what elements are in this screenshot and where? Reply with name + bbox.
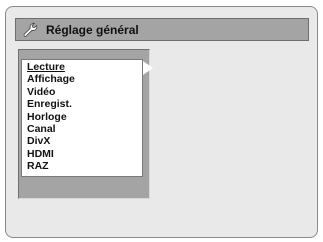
- right-arrow-icon: [143, 61, 153, 75]
- menu-item-hdmi[interactable]: HDMI: [22, 148, 142, 160]
- menu-panel: Lecture Affichage Vidéo Enregist. Horlog…: [18, 49, 153, 199]
- menu-item-divx[interactable]: DivX: [22, 135, 142, 147]
- menu-list: Lecture Affichage Vidéo Enregist. Horlog…: [21, 59, 143, 177]
- menu-item-enregist[interactable]: Enregist.: [22, 98, 142, 110]
- header-bar: Réglage général: [15, 18, 309, 41]
- menu-item-video[interactable]: Vidéo: [22, 86, 142, 98]
- menu-item-horloge[interactable]: Horloge: [22, 111, 142, 123]
- menu-item-raz[interactable]: RAZ: [22, 160, 142, 172]
- menu-item-lecture[interactable]: Lecture: [22, 61, 142, 73]
- settings-screen: Réglage général Lecture Affichage Vidéo …: [5, 6, 318, 238]
- menu-item-affichage[interactable]: Affichage: [22, 73, 142, 85]
- wrench-icon: [22, 22, 38, 38]
- page-title: Réglage général: [46, 22, 139, 37]
- menu-item-canal[interactable]: Canal: [22, 123, 142, 135]
